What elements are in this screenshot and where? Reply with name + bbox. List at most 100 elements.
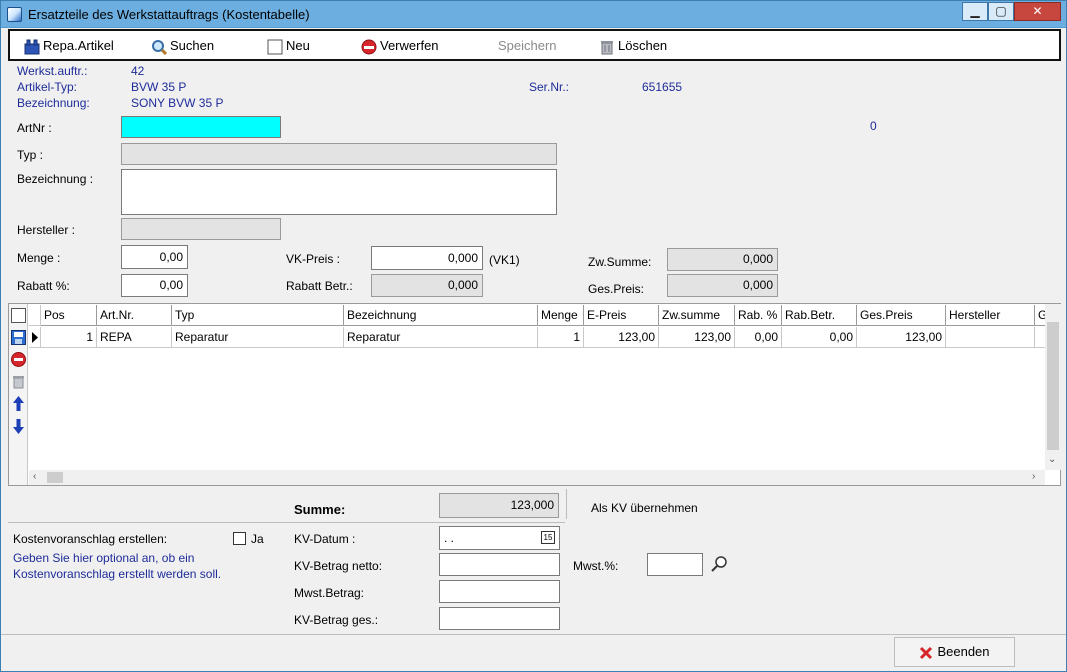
cell-pos[interactable]: 1 bbox=[41, 327, 97, 348]
title-bar: Ersatzteile des Werkstattauftrags (Koste… bbox=[1, 1, 1066, 28]
ges-preis-field: 0,000 bbox=[667, 274, 778, 297]
horizontal-scroll-thumb[interactable] bbox=[47, 472, 63, 483]
loeschen-button[interactable]: Löschen bbox=[599, 37, 667, 55]
cell-e-preis[interactable]: 123,00 bbox=[584, 327, 659, 348]
footer-divider bbox=[1, 634, 1066, 635]
kv-erstellen-label: Kostenvoranschlag erstellen: bbox=[13, 532, 168, 546]
cell-zw-summe[interactable]: 123,00 bbox=[659, 327, 735, 348]
artnr-input[interactable] bbox=[121, 116, 281, 138]
horizontal-scrollbar[interactable]: ‹ › bbox=[29, 470, 1045, 485]
rabatt-betr-label: Rabatt Betr.: bbox=[286, 279, 353, 293]
menge-input[interactable]: 0,00 bbox=[121, 245, 188, 269]
discard-icon bbox=[11, 352, 26, 367]
cell-ges-preis[interactable]: 123,00 bbox=[857, 327, 946, 348]
artikel-typ-value: BVW 35 P bbox=[131, 80, 187, 94]
als-kv-label[interactable]: Als KV übernehmen bbox=[591, 501, 698, 515]
kv-netto-input[interactable] bbox=[439, 553, 560, 576]
col-header-g[interactable]: G bbox=[1035, 305, 1045, 326]
cell-typ[interactable]: Reparatur bbox=[172, 327, 344, 348]
table-row[interactable]: 1 REPA Reparatur Reparatur 1 123,00 123,… bbox=[29, 327, 1045, 348]
mwst-prozent-input[interactable] bbox=[647, 553, 703, 576]
hersteller-label: Hersteller : bbox=[17, 223, 76, 237]
werkst-auftr-value: 42 bbox=[131, 64, 145, 78]
mwst-lookup-button[interactable] bbox=[710, 554, 730, 574]
grid-move-up-button[interactable] bbox=[11, 396, 26, 411]
vertical-scroll-thumb[interactable] bbox=[1047, 322, 1059, 450]
col-header-ges-preis[interactable]: Ges.Preis bbox=[857, 305, 946, 326]
rabatt-input[interactable]: 0,00 bbox=[121, 274, 188, 297]
col-header-bezeichnung[interactable]: Bezeichnung bbox=[344, 305, 538, 326]
kv-ja-label: Ja bbox=[251, 532, 264, 546]
col-header-pos[interactable]: Pos bbox=[41, 305, 97, 326]
toolbar: Repa.Artikel Suchen Neu Verwerfen Speich… bbox=[8, 29, 1061, 61]
vk1-label: (VK1) bbox=[489, 253, 520, 267]
grid-new-button[interactable] bbox=[11, 308, 26, 323]
grid-header-row: Pos Art.Nr. Typ Bezeichnung Menge E-Prei… bbox=[29, 305, 1045, 326]
cell-menge[interactable]: 1 bbox=[538, 327, 584, 348]
bezeichnung-input[interactable] bbox=[121, 169, 557, 215]
cell-rab-prozent[interactable]: 0,00 bbox=[735, 327, 782, 348]
artnr-label: ArtNr : bbox=[17, 121, 52, 135]
col-header-menge[interactable]: Menge bbox=[538, 305, 584, 326]
new-record-icon bbox=[11, 308, 26, 323]
grid-discard-button[interactable] bbox=[11, 352, 26, 367]
summe-label: Summe: bbox=[294, 502, 346, 517]
window-title: Ersatzteile des Werkstattauftrags (Koste… bbox=[28, 7, 310, 22]
col-header-zw-summe[interactable]: Zw.summe bbox=[659, 305, 735, 326]
grid-move-down-button[interactable] bbox=[11, 419, 26, 434]
vertical-scrollbar[interactable]: ⌄ bbox=[1045, 304, 1061, 470]
suchen-label: Suchen bbox=[170, 38, 215, 53]
rabatt-betr-field: 0,000 bbox=[371, 274, 483, 297]
vk-preis-label: VK-Preis : bbox=[286, 252, 341, 266]
werkst-auftr-label: Werkst.auftr.: bbox=[17, 64, 88, 78]
arrow-down-icon bbox=[13, 419, 24, 434]
cell-rab-betr[interactable]: 0,00 bbox=[782, 327, 857, 348]
grid-body: Pos Art.Nr. Typ Bezeichnung Menge E-Prei… bbox=[29, 304, 1045, 470]
summe-field: 123,000 bbox=[439, 493, 559, 518]
col-header-hersteller[interactable]: Hersteller bbox=[946, 305, 1035, 326]
ser-nr-value: 651655 bbox=[642, 80, 683, 94]
grid-delete-button[interactable] bbox=[11, 374, 26, 389]
neu-button[interactable]: Neu bbox=[267, 37, 310, 55]
parts-icon bbox=[24, 39, 40, 55]
cell-bezeichnung[interactable]: Reparatur bbox=[344, 327, 538, 348]
col-header-artnr[interactable]: Art.Nr. bbox=[97, 305, 172, 326]
cell-artnr[interactable]: REPA bbox=[97, 327, 172, 348]
mwst-betrag-input[interactable] bbox=[439, 580, 560, 603]
scroll-left-icon[interactable]: ‹ bbox=[33, 471, 36, 482]
search-icon bbox=[711, 556, 727, 572]
col-header-typ[interactable]: Typ bbox=[172, 305, 344, 326]
mwst-betrag-label: Mwst.Betrag: bbox=[294, 586, 365, 600]
kv-ja-checkbox[interactable] bbox=[233, 532, 246, 545]
col-header-e-preis[interactable]: E-Preis bbox=[584, 305, 659, 326]
vk-preis-input[interactable]: 0,000 bbox=[371, 246, 483, 270]
calendar-icon[interactable]: 15 bbox=[541, 531, 555, 544]
cost-table: Pos Art.Nr. Typ Bezeichnung Menge E-Prei… bbox=[8, 303, 1061, 486]
verwerfen-button[interactable]: Verwerfen bbox=[361, 37, 439, 55]
kv-ges-input[interactable] bbox=[439, 607, 560, 630]
suchen-button[interactable]: Suchen bbox=[151, 37, 214, 55]
kv-ges-label: KV-Betrag ges.: bbox=[294, 613, 379, 627]
beenden-button[interactable]: Beenden bbox=[894, 637, 1015, 667]
cell-hersteller[interactable] bbox=[946, 327, 1035, 348]
kv-datum-input[interactable]: . . 15 bbox=[439, 526, 560, 550]
beenden-label: Beenden bbox=[937, 644, 990, 659]
col-header-rab-betr[interactable]: Rab.Betr. bbox=[782, 305, 857, 326]
discard-icon bbox=[361, 39, 377, 55]
scroll-down-icon[interactable]: ⌄ bbox=[1048, 454, 1056, 465]
maximize-button[interactable]: ▢ bbox=[988, 2, 1014, 21]
repa-artikel-button[interactable]: Repa.Artikel bbox=[24, 37, 114, 55]
speichern-button[interactable]: Speichern bbox=[498, 37, 557, 55]
close-button[interactable]: ✕ bbox=[1014, 2, 1061, 21]
scroll-right-icon[interactable]: › bbox=[1032, 471, 1035, 482]
current-row-arrow-icon bbox=[32, 332, 38, 343]
zw-summe-field: 0,000 bbox=[667, 248, 778, 271]
grid-save-button[interactable] bbox=[11, 330, 26, 345]
minimize-button[interactable]: ▁ bbox=[962, 2, 988, 21]
bezeichnung-info-label: Bezeichnung: bbox=[17, 96, 90, 110]
counter-value: 0 bbox=[870, 119, 877, 133]
artikel-typ-label: Artikel-Typ: bbox=[17, 80, 78, 94]
col-header-rab-prozent[interactable]: Rab. % bbox=[735, 305, 782, 326]
save-icon bbox=[11, 330, 26, 345]
cell-g[interactable] bbox=[1035, 327, 1045, 348]
